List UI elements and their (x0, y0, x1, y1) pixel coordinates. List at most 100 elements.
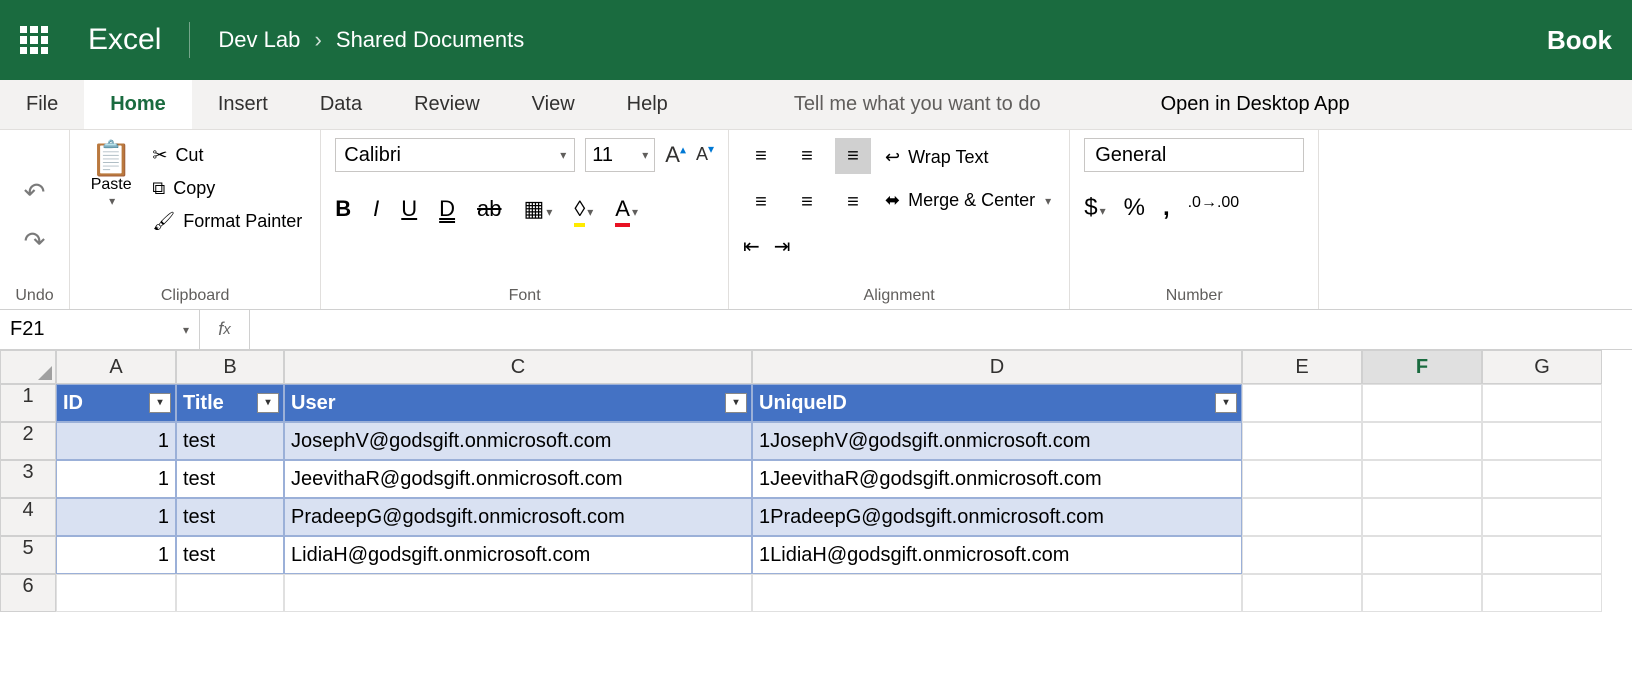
cell[interactable] (752, 574, 1242, 612)
tab-file[interactable]: File (0, 80, 84, 129)
cell[interactable] (1482, 422, 1602, 460)
strikethrough-button[interactable]: ab (477, 196, 501, 222)
filter-dropdown-icon[interactable]: ▾ (149, 393, 171, 413)
cell[interactable] (176, 574, 284, 612)
table-header-title[interactable]: Title▾ (176, 384, 284, 422)
fx-icon[interactable]: fx (200, 310, 250, 349)
document-name[interactable]: Book (1547, 25, 1612, 56)
cell[interactable] (1482, 460, 1602, 498)
align-middle-button[interactable]: ≡ (789, 138, 825, 174)
cell[interactable] (1242, 422, 1362, 460)
select-all-corner[interactable] (0, 350, 56, 384)
breadcrumb-folder[interactable]: Shared Documents (336, 27, 524, 52)
filter-dropdown-icon[interactable]: ▾ (725, 393, 747, 413)
cell[interactable]: JeevithaR@godsgift.onmicrosoft.com (284, 460, 752, 498)
cell[interactable] (1362, 498, 1482, 536)
table-header-id[interactable]: ID▾ (56, 384, 176, 422)
grow-font-button[interactable]: A▴ (665, 142, 686, 168)
col-header-a[interactable]: A (56, 350, 176, 384)
increase-indent-button[interactable]: ⇥ (774, 234, 791, 259)
tab-home[interactable]: Home (84, 80, 192, 129)
col-header-c[interactable]: C (284, 350, 752, 384)
undo-icon[interactable]: ↶ (24, 177, 46, 208)
borders-button[interactable]: ▦▾ (524, 196, 553, 222)
cut-button[interactable]: ✂Cut (148, 142, 306, 169)
font-size-select[interactable]: 11▾ (585, 138, 655, 172)
table-header-user[interactable]: User▾ (284, 384, 752, 422)
filter-dropdown-icon[interactable]: ▾ (1215, 393, 1237, 413)
cell[interactable] (1482, 574, 1602, 612)
cell[interactable] (1482, 498, 1602, 536)
align-bottom-button[interactable]: ≡ (835, 138, 871, 174)
shrink-font-button[interactable]: A▾ (696, 142, 714, 168)
cell[interactable]: test (176, 536, 284, 574)
cell[interactable] (1242, 384, 1362, 422)
row-header[interactable]: 3 (0, 460, 56, 498)
cell[interactable] (1362, 460, 1482, 498)
cell[interactable]: 1 (56, 422, 176, 460)
format-painter-button[interactable]: 🖌Format Painter (148, 208, 306, 235)
name-box[interactable]: F21▾ (0, 310, 200, 349)
redo-icon[interactable]: ↷ (24, 226, 46, 257)
align-left-button[interactable]: ≡ (743, 184, 779, 220)
decrease-indent-button[interactable]: ⇤ (743, 234, 760, 259)
col-header-f[interactable]: F (1362, 350, 1482, 384)
wrap-text-button[interactable]: ↩Wrap Text (881, 144, 1055, 171)
breadcrumb-site[interactable]: Dev Lab (218, 27, 300, 52)
align-center-button[interactable]: ≡ (789, 184, 825, 220)
cell[interactable] (1362, 574, 1482, 612)
cell[interactable] (1242, 536, 1362, 574)
tab-data[interactable]: Data (294, 80, 388, 129)
row-header[interactable]: 6 (0, 574, 56, 612)
merge-center-button[interactable]: ⬌Merge & Center▾ (881, 187, 1055, 214)
col-header-b[interactable]: B (176, 350, 284, 384)
row-header[interactable]: 2 (0, 422, 56, 460)
table-header-uniqueid[interactable]: UniqueID▾ (752, 384, 1242, 422)
row-header[interactable]: 4 (0, 498, 56, 536)
font-color-button[interactable]: A▾ (615, 196, 638, 222)
fill-color-button[interactable]: ◊▾ (574, 196, 593, 222)
font-name-select[interactable]: Calibri▾ (335, 138, 575, 172)
cell[interactable]: 1JeevithaR@godsgift.onmicrosoft.com (752, 460, 1242, 498)
tab-insert[interactable]: Insert (192, 80, 294, 129)
cell[interactable] (56, 574, 176, 612)
chevron-down-icon[interactable]: ▾ (183, 323, 189, 337)
cell[interactable]: test (176, 460, 284, 498)
cell[interactable]: 1PradeepG@godsgift.onmicrosoft.com (752, 498, 1242, 536)
bold-button[interactable]: B (335, 196, 351, 222)
filter-dropdown-icon[interactable]: ▾ (257, 393, 279, 413)
italic-button[interactable]: I (373, 196, 379, 222)
formula-input[interactable] (250, 310, 1632, 349)
cell[interactable]: test (176, 498, 284, 536)
col-header-e[interactable]: E (1242, 350, 1362, 384)
cell[interactable]: JosephV@godsgift.onmicrosoft.com (284, 422, 752, 460)
cell[interactable]: 1JosephV@godsgift.onmicrosoft.com (752, 422, 1242, 460)
col-header-g[interactable]: G (1482, 350, 1602, 384)
row-header[interactable]: 1 (0, 384, 56, 422)
copy-button[interactable]: ⧉Copy (148, 175, 306, 202)
cell[interactable]: 1 (56, 460, 176, 498)
cell[interactable] (1242, 498, 1362, 536)
cell[interactable]: PradeepG@godsgift.onmicrosoft.com (284, 498, 752, 536)
breadcrumb[interactable]: Dev Lab › Shared Documents (218, 27, 524, 53)
accounting-format-button[interactable]: $▾ (1084, 194, 1105, 222)
cell[interactable] (1362, 384, 1482, 422)
cell[interactable]: 1LidiaH@godsgift.onmicrosoft.com (752, 536, 1242, 574)
tell-me-search[interactable]: Tell me what you want to do (754, 80, 1081, 129)
cell[interactable] (1242, 574, 1362, 612)
open-in-desktop-button[interactable]: Open in Desktop App (1121, 80, 1390, 129)
cell[interactable] (1482, 536, 1602, 574)
col-header-d[interactable]: D (752, 350, 1242, 384)
cell[interactable] (1242, 460, 1362, 498)
cell[interactable]: test (176, 422, 284, 460)
cell[interactable] (1362, 536, 1482, 574)
percent-format-button[interactable]: % (1124, 194, 1145, 222)
cell[interactable]: 1 (56, 498, 176, 536)
increase-decimal-button[interactable]: .0→.00 (1188, 194, 1240, 222)
cell[interactable] (1482, 384, 1602, 422)
tab-help[interactable]: Help (601, 80, 694, 129)
app-launcher-icon[interactable] (20, 26, 48, 54)
align-right-button[interactable]: ≡ (835, 184, 871, 220)
cell[interactable] (1362, 422, 1482, 460)
tab-view[interactable]: View (506, 80, 601, 129)
